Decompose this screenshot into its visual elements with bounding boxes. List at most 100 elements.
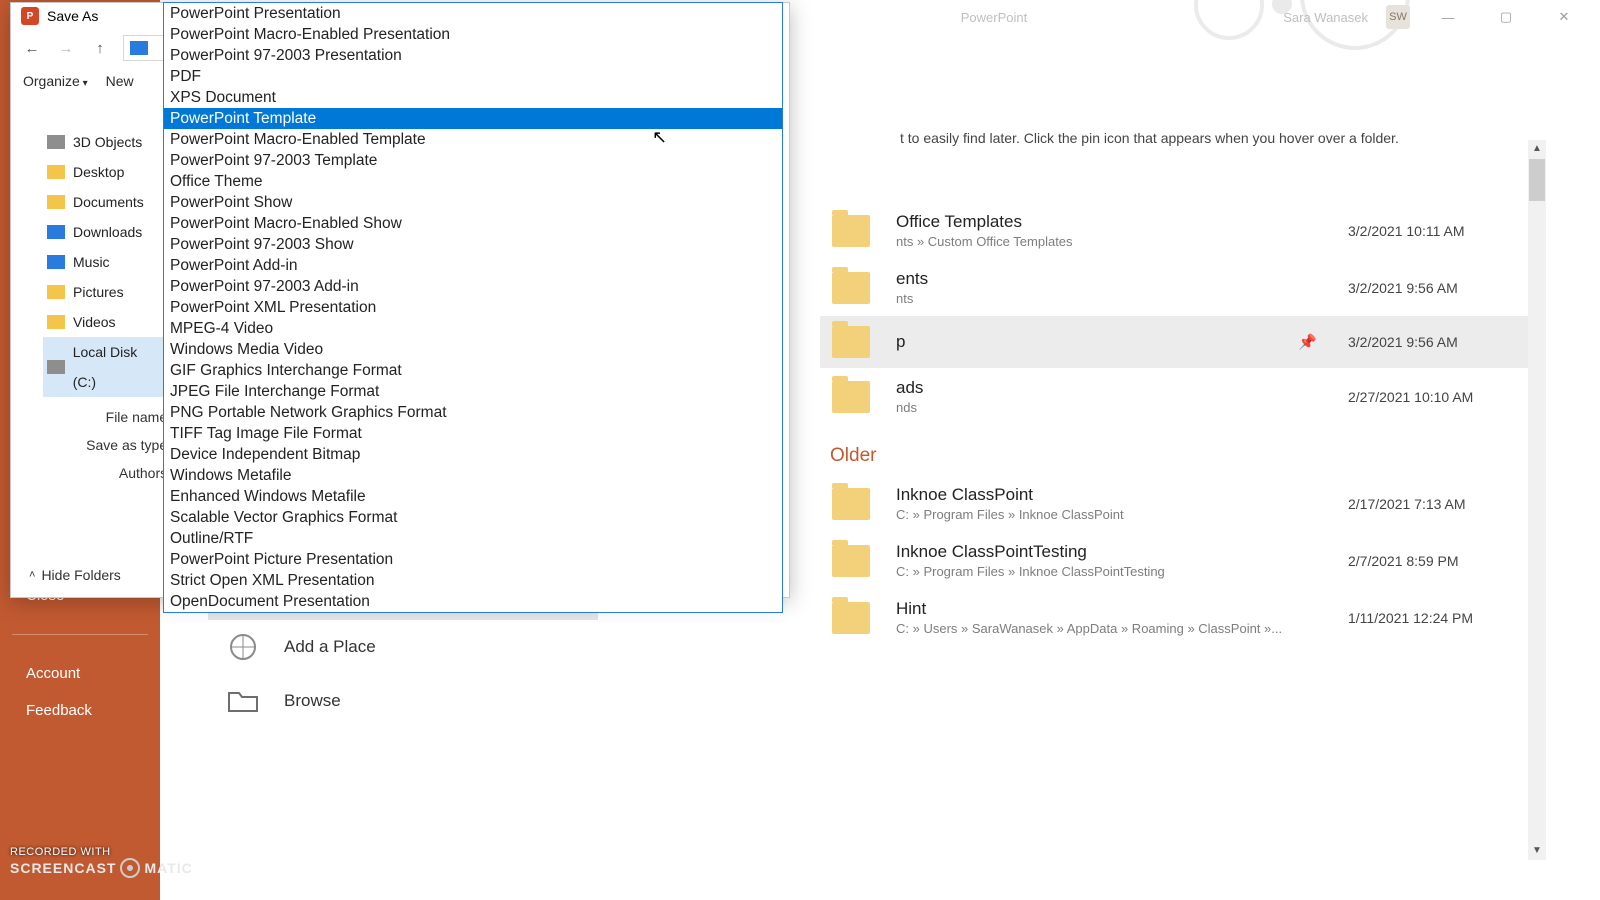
nav-up-icon[interactable]: ↑ [89, 37, 111, 59]
folder-path: nts » Custom Office Templates [896, 234, 1298, 249]
filetype-option[interactable]: JPEG File Interchange Format [164, 381, 782, 402]
filetype-option[interactable]: Windows Media Video [164, 339, 782, 360]
filetype-option[interactable]: GIF Graphics Interchange Format [164, 360, 782, 381]
authors-label: Authors: [81, 465, 171, 481]
filetype-option[interactable]: Strict Open XML Presentation [164, 570, 782, 591]
scroll-up-icon[interactable]: ▲ [1528, 140, 1546, 158]
folder-tree: 3D ObjectsDesktopDocumentsDownloadsMusic… [43, 127, 163, 397]
folder-date: 2/7/2021 8:59 PM [1348, 553, 1518, 569]
filetype-option[interactable]: PowerPoint Show [164, 192, 782, 213]
filetype-option[interactable]: XPS Document [164, 87, 782, 108]
folder-icon [47, 135, 65, 149]
filename-label: File name: [81, 409, 171, 425]
filetype-option[interactable]: PDF [164, 66, 782, 87]
filetype-option[interactable]: Enhanced Windows Metafile [164, 486, 782, 507]
savetype-label: Save as type: [81, 437, 171, 453]
place-label: Browse [284, 691, 341, 711]
hide-folders-toggle[interactable]: ˄ Hide Folders [29, 567, 121, 583]
nav-forward-icon[interactable]: → [55, 37, 77, 59]
tree-node[interactable]: Desktop [43, 157, 163, 187]
place-browse[interactable]: Browse [208, 674, 598, 728]
tree-node[interactable]: 3D Objects [43, 127, 163, 157]
watermark-line2: SCREENCAST MATIC [10, 858, 193, 878]
tree-label: Music [73, 247, 110, 277]
filetype-option[interactable]: PowerPoint Picture Presentation [164, 549, 782, 570]
watermark-line1: RECORDED WITH [10, 846, 111, 858]
scrollbar[interactable]: ▲ ▼ [1528, 140, 1546, 860]
folder-row[interactable]: p📌3/2/2021 9:56 AM [820, 316, 1530, 368]
filetype-option[interactable]: TIFF Tag Image File Format [164, 423, 782, 444]
filetype-option[interactable]: Outline/RTF [164, 528, 782, 549]
filetype-option[interactable]: PowerPoint Macro-Enabled Template [164, 129, 782, 150]
minimize-button[interactable]: — [1428, 10, 1468, 25]
folder-listing: t to easily find later. Click the pin ic… [820, 130, 1530, 860]
pin-icon[interactable]: 📌 [1298, 333, 1320, 351]
filetype-option[interactable]: PNG Portable Network Graphics Format [164, 402, 782, 423]
sidebar-divider [12, 634, 148, 635]
globe-plus-icon [226, 632, 260, 662]
close-button[interactable]: ✕ [1544, 9, 1584, 25]
tree-label: Downloads [73, 217, 142, 247]
filetype-option[interactable]: PowerPoint Macro-Enabled Show [164, 213, 782, 234]
filetype-option[interactable]: PowerPoint Add-in [164, 255, 782, 276]
save-type-dropdown[interactable]: PowerPoint PresentationPowerPoint Macro-… [163, 2, 783, 613]
place-add[interactable]: Add a Place [208, 620, 598, 674]
filetype-option[interactable]: OpenDocument Presentation [164, 591, 782, 612]
user-name: Sara Wanasek [1283, 10, 1368, 25]
tree-node[interactable]: Music [43, 247, 163, 277]
filetype-option[interactable]: Device Independent Bitmap [164, 444, 782, 465]
folder-icon [832, 381, 870, 413]
filetype-option[interactable]: PowerPoint 97-2003 Template [164, 150, 782, 171]
filetype-option[interactable]: PowerPoint Macro-Enabled Presentation [164, 24, 782, 45]
filetype-option[interactable]: MPEG-4 Video [164, 318, 782, 339]
scroll-down-icon[interactable]: ▼ [1528, 842, 1546, 860]
organize-button[interactable]: Organize [23, 73, 88, 89]
filetype-option[interactable]: PowerPoint Template [164, 108, 782, 129]
folder-name: Hint [896, 599, 1298, 619]
nav-back-icon[interactable]: ← [21, 37, 43, 59]
filetype-option[interactable]: PowerPoint Presentation [164, 3, 782, 24]
filetype-option[interactable]: PowerPoint 97-2003 Show [164, 234, 782, 255]
user-badge[interactable]: SW [1386, 5, 1410, 29]
tree-node[interactable]: Videos [43, 307, 163, 337]
folder-name: ads [896, 378, 1298, 398]
filetype-option[interactable]: PowerPoint XML Presentation [164, 297, 782, 318]
folder-row[interactable]: entsnts3/2/2021 9:56 AM [820, 259, 1530, 316]
dialog-title: Save As [47, 8, 98, 24]
nav-account[interactable]: Account [0, 655, 160, 692]
folder-row[interactable]: HintC: » Users » SaraWanasek » AppData »… [820, 589, 1530, 646]
filetype-option[interactable]: Scalable Vector Graphics Format [164, 507, 782, 528]
tree-label: Documents [73, 187, 144, 217]
tree-node[interactable]: Downloads [43, 217, 163, 247]
watermark-logo-icon [120, 858, 140, 878]
scroll-thumb[interactable] [1529, 159, 1545, 201]
folder-row[interactable]: Inknoe ClassPointTestingC: » Program Fil… [820, 532, 1530, 589]
powerpoint-icon: P [21, 7, 39, 25]
new-folder-button[interactable]: New [106, 73, 134, 89]
folder-date: 3/2/2021 10:11 AM [1348, 223, 1518, 239]
folder-icon [226, 686, 260, 716]
folder-icon [47, 285, 65, 299]
tree-label: 3D Objects [73, 127, 142, 157]
folder-row[interactable]: Office Templatesnts » Custom Office Temp… [820, 202, 1530, 259]
folder-row[interactable]: Inknoe ClassPointC: » Program Files » In… [820, 475, 1530, 532]
place-label: Add a Place [284, 637, 376, 657]
folder-path: C: » Program Files » Inknoe ClassPoint [896, 507, 1298, 522]
nav-feedback[interactable]: Feedback [0, 692, 160, 729]
tree-label: Desktop [73, 157, 124, 187]
filetype-option[interactable]: Windows Metafile [164, 465, 782, 486]
tree-node[interactable]: Documents [43, 187, 163, 217]
folder-icon [47, 360, 65, 374]
filetype-option[interactable]: Office Theme [164, 171, 782, 192]
folder-row[interactable]: adsnds2/27/2021 10:10 AM [820, 368, 1530, 425]
tree-node[interactable]: Pictures [43, 277, 163, 307]
tree-node[interactable]: Local Disk (C:) [43, 337, 163, 397]
folder-path: nds [896, 400, 1298, 415]
maximize-button[interactable]: ▢ [1486, 9, 1526, 25]
folder-icon [47, 195, 65, 209]
folder-path: nts [896, 291, 1298, 306]
filetype-option[interactable]: PowerPoint 97-2003 Presentation [164, 45, 782, 66]
folder-date: 1/11/2021 12:24 PM [1348, 610, 1518, 626]
folder-name: p [896, 332, 1298, 352]
filetype-option[interactable]: PowerPoint 97-2003 Add-in [164, 276, 782, 297]
